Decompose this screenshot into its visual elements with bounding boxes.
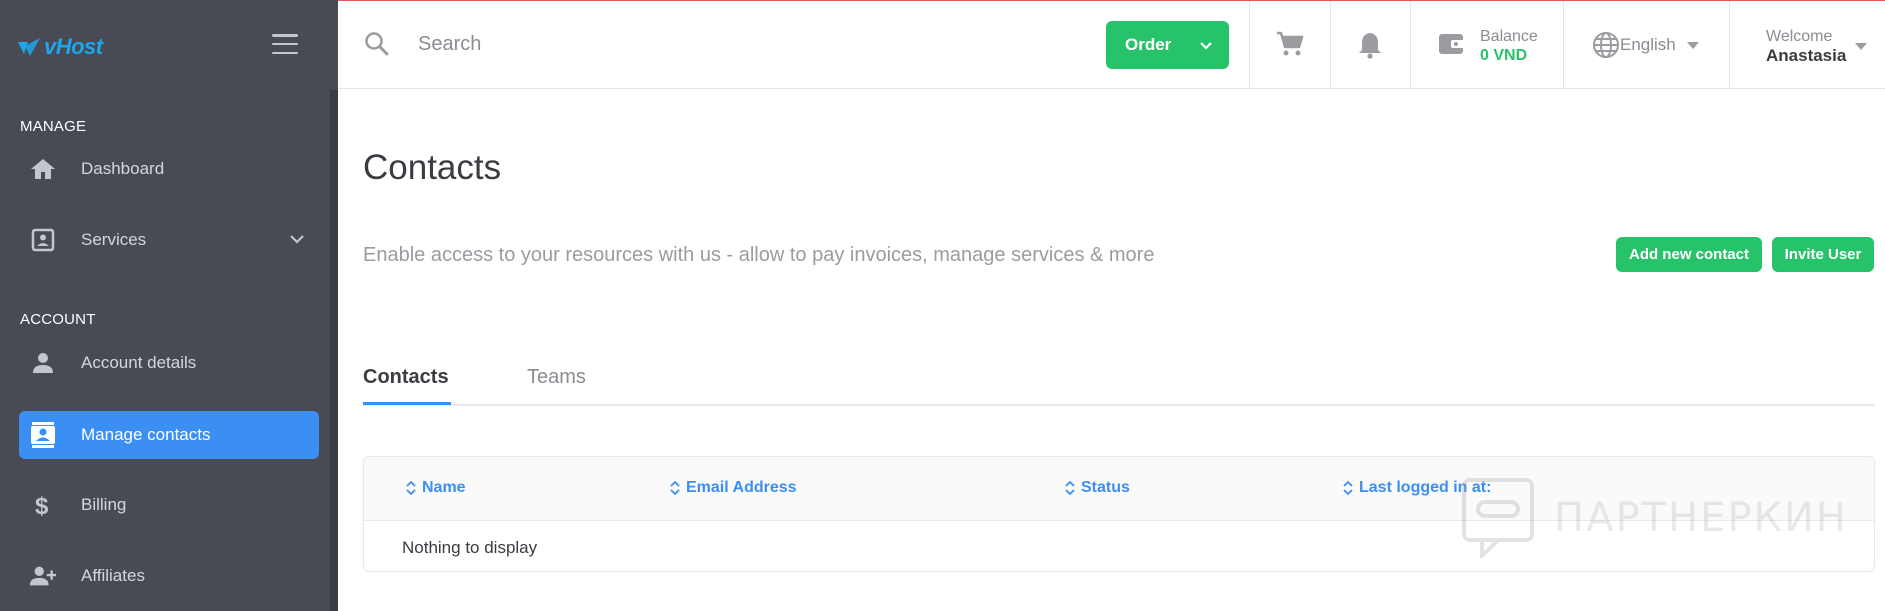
tab-contacts[interactable]: Contacts [363, 366, 449, 389]
sidebar-item-billing[interactable]: $ Billing [19, 481, 319, 529]
wallet-icon[interactable] [1438, 31, 1466, 57]
sidebar-item-manage-contacts[interactable]: Manage contacts [19, 411, 319, 459]
topbar-divider [1330, 1, 1331, 89]
sidebar-item-label: Manage contacts [81, 425, 211, 444]
add-new-contact-button[interactable]: Add new contact [1616, 237, 1762, 272]
menu-toggle-icon[interactable] [272, 34, 298, 54]
sort-icon [1343, 480, 1353, 496]
sidebar: vHost MANAGE Dashboard Services ACCOUNT … [0, 0, 338, 611]
section-label-manage: MANAGE [20, 118, 87, 135]
topbar-divider [1729, 1, 1730, 89]
logo-mark-icon [18, 38, 40, 56]
language-selector[interactable]: English [1592, 31, 1700, 59]
affiliates-icon [29, 562, 57, 590]
section-label-account: ACCOUNT [20, 311, 96, 328]
caret-down-icon[interactable] [1854, 41, 1868, 51]
caret-down-icon [1686, 42, 1699, 49]
empty-state-message: Nothing to display [402, 538, 538, 557]
sidebar-item-affiliates[interactable]: Affiliates [19, 552, 319, 600]
sidebar-item-label: Account details [81, 353, 197, 372]
active-tab-indicator [363, 402, 451, 405]
home-icon [29, 155, 57, 183]
language-label: English [1620, 35, 1676, 54]
app-root: vHost MANAGE Dashboard Services ACCOUNT … [0, 0, 1885, 611]
sidebar-item-label: Billing [81, 495, 127, 514]
invite-user-button[interactable]: Invite User [1772, 237, 1874, 272]
balance-value: 0 VND [1480, 47, 1528, 64]
search-input[interactable] [418, 27, 918, 61]
person-icon [29, 349, 57, 377]
column-header-name[interactable]: Name [406, 479, 466, 497]
sort-icon [406, 480, 416, 496]
sidebar-item-label: Affiliates [81, 566, 145, 585]
globe-icon [1593, 32, 1619, 58]
sidebar-scrollbar[interactable] [330, 90, 338, 611]
watermark-text: ПАРТНЕРКИН [1554, 495, 1848, 541]
order-button-label: Order [1125, 35, 1172, 54]
page-subtitle: Enable access to your resources with us … [363, 244, 1155, 266]
tabs: Contacts Teams [363, 356, 1875, 406]
chevron-down-icon [1200, 42, 1212, 50]
sort-icon [670, 480, 680, 496]
vhost-logo[interactable]: vHost [16, 34, 103, 60]
logo-text: vHost [44, 34, 103, 59]
order-button[interactable]: Order [1106, 21, 1229, 69]
watermark: ПАРТНЕРКИН [1462, 478, 1848, 558]
svg-text:$: $ [35, 493, 49, 518]
cart-icon[interactable] [1276, 31, 1304, 57]
bell-icon[interactable] [1358, 31, 1382, 59]
topbar-divider [1563, 1, 1564, 89]
topbar-divider [1410, 1, 1411, 89]
sidebar-item-account-details[interactable]: Account details [19, 339, 319, 387]
column-header-email[interactable]: Email Address [670, 479, 797, 497]
sidebar-item-dashboard[interactable]: Dashboard [19, 145, 319, 193]
balance-label: Balance [1480, 28, 1538, 45]
sidebar-item-services[interactable]: Services [19, 216, 319, 264]
contacts-icon [29, 421, 57, 449]
sidebar-item-label: Dashboard [81, 159, 165, 178]
watermark-logo-icon [1462, 478, 1534, 558]
column-header-status[interactable]: Status [1065, 479, 1130, 497]
services-icon [29, 226, 57, 254]
user-name[interactable]: Anastasia [1766, 46, 1846, 66]
page-title: Contacts [363, 148, 502, 187]
topbar-divider [1249, 1, 1250, 89]
search-icon[interactable] [364, 31, 390, 57]
welcome-label: Welcome [1766, 28, 1833, 45]
sort-icon [1065, 480, 1075, 496]
sidebar-item-label: Services [81, 230, 147, 249]
topbar: Order Balance 0 VND English Welcome Anas… [338, 0, 1885, 89]
dollar-icon: $ [29, 491, 57, 519]
tab-teams[interactable]: Teams [527, 366, 586, 389]
chevron-down-icon[interactable] [289, 231, 305, 247]
